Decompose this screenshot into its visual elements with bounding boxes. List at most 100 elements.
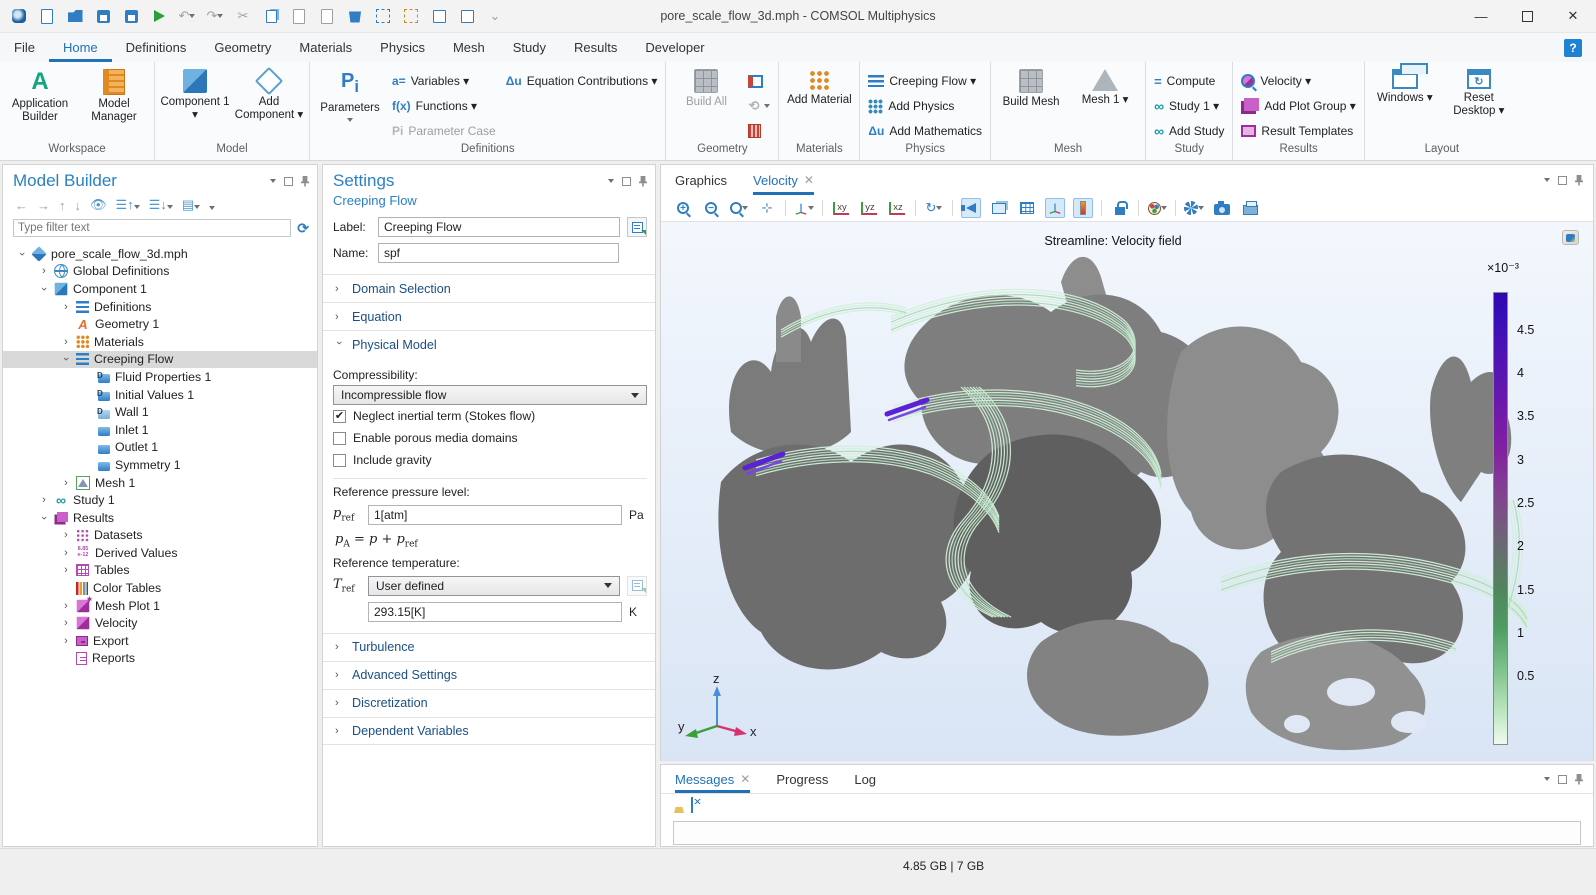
- stokes-checkbox-row[interactable]: Neglect inertial term (Stokes flow): [333, 405, 647, 427]
- tree-item-study1[interactable]: ›∞Study 1: [3, 491, 317, 509]
- tree-item-fluid-properties1[interactable]: Fluid Properties 1: [3, 368, 317, 386]
- tree-item-geometry1[interactable]: AGeometry 1: [3, 315, 317, 333]
- tree-item-datasets[interactable]: ›Datasets: [3, 527, 317, 545]
- clear-selection-icon[interactable]: [402, 7, 420, 25]
- result-templates-button[interactable]: Result Templates: [1237, 120, 1359, 142]
- tree-item-component1[interactable]: ›Component 1: [3, 280, 317, 298]
- show-icon[interactable]: 👁: [90, 197, 107, 213]
- name-input[interactable]: [378, 243, 619, 263]
- section-discretization[interactable]: ›Discretization: [323, 689, 655, 717]
- tree-item-global-definitions[interactable]: ›Global Definitions: [3, 263, 317, 281]
- menu-tab-definitions[interactable]: Definitions: [112, 33, 201, 62]
- panel-menu-icon[interactable]: [608, 179, 614, 183]
- duplicate-icon[interactable]: [318, 7, 336, 25]
- tab-messages[interactable]: Messages✕: [675, 765, 750, 793]
- show-grid-icon[interactable]: [1017, 198, 1037, 218]
- menu-tab-results[interactable]: Results: [560, 33, 631, 62]
- collapse-all-icon[interactable]: ☰↓: [149, 197, 173, 213]
- tree-item-initial-values1[interactable]: Initial Values 1: [3, 386, 317, 404]
- pin-panel-icon[interactable]: [1575, 774, 1583, 785]
- gravity-checkbox-row[interactable]: Include gravity: [333, 449, 647, 471]
- expand-all-icon[interactable]: ☰↑: [116, 197, 140, 213]
- maximize-button[interactable]: [1504, 0, 1550, 32]
- move-up-icon[interactable]: ↑: [59, 198, 66, 213]
- menu-tab-mesh[interactable]: Mesh: [439, 33, 499, 62]
- node-options-icon[interactable]: ▤: [182, 197, 200, 213]
- tree-item-derived-values[interactable]: ›8.85e-12Derived Values: [3, 544, 317, 562]
- menu-tab-study[interactable]: Study: [499, 33, 560, 62]
- application-builder-button[interactable]: A Application Builder: [4, 66, 76, 143]
- study1-button[interactable]: ∞ Study 1 ▾: [1150, 95, 1228, 117]
- tree-item-definitions[interactable]: ›Definitions: [3, 298, 317, 316]
- tree-item-outlet1[interactable]: Outlet 1: [3, 439, 317, 457]
- color-theme-icon[interactable]: [1147, 198, 1167, 218]
- pin-panel-icon[interactable]: [301, 176, 309, 187]
- zoom-in-icon[interactable]: +: [673, 198, 693, 218]
- save-as-icon[interactable]: [122, 7, 140, 25]
- pin-panel-icon[interactable]: [1575, 175, 1583, 186]
- compressibility-dropdown[interactable]: Incompressible flow: [333, 385, 647, 405]
- environment-reflections-icon[interactable]: [989, 198, 1009, 218]
- panel-menu-icon[interactable]: [270, 179, 276, 183]
- section-advanced-settings[interactable]: ›Advanced Settings: [323, 661, 655, 689]
- tree-item-export[interactable]: ›Export: [3, 632, 317, 650]
- zoom-box-icon[interactable]: [729, 198, 749, 218]
- scene-light-icon[interactable]: [961, 198, 981, 218]
- tree-item-color-tables[interactable]: Color Tables: [3, 579, 317, 597]
- porous-checkbox[interactable]: [333, 432, 346, 445]
- tree-item-wall1[interactable]: Wall 1: [3, 403, 317, 421]
- panel-menu-icon[interactable]: [1544, 777, 1550, 781]
- tab-graphics[interactable]: Graphics: [675, 165, 727, 195]
- tree-item-mesh-plot1[interactable]: ›Mesh Plot 1: [3, 597, 317, 615]
- functions-button[interactable]: f(x) Functions ▾: [388, 95, 500, 117]
- menu-tab-geometry[interactable]: Geometry: [200, 33, 285, 62]
- run-icon[interactable]: [150, 7, 168, 25]
- view-lock-icon[interactable]: [1110, 198, 1130, 218]
- tab-velocity[interactable]: Velocity✕: [753, 165, 814, 195]
- tree-item-root[interactable]: ›pore_scale_flow_3d.mph: [3, 245, 317, 263]
- section-turbulence[interactable]: ›Turbulence: [323, 633, 655, 661]
- section-physical-model[interactable]: ›Physical Model: [323, 330, 655, 358]
- move-down-icon[interactable]: ↓: [75, 198, 82, 213]
- model-manager-button[interactable]: Model Manager: [78, 66, 150, 143]
- save-icon[interactable]: [94, 7, 112, 25]
- find-replace-icon[interactable]: [458, 7, 476, 25]
- stokes-checkbox[interactable]: [333, 410, 346, 423]
- build-mesh-button[interactable]: Build Mesh: [995, 66, 1067, 143]
- tree-item-symmetry1[interactable]: Symmetry 1: [3, 456, 317, 474]
- float-panel-icon[interactable]: [622, 177, 631, 186]
- tree-item-materials[interactable]: ›Materials: [3, 333, 317, 351]
- redo-icon[interactable]: ↷: [206, 7, 224, 25]
- paste-icon[interactable]: [290, 7, 308, 25]
- open-file-icon[interactable]: [66, 7, 84, 25]
- menu-tab-physics[interactable]: Physics: [366, 33, 439, 62]
- tree-item-inlet1[interactable]: Inlet 1: [3, 421, 317, 439]
- geometry-import-button[interactable]: [744, 70, 774, 92]
- show-color-legend-icon[interactable]: [1073, 198, 1093, 218]
- close-tab-icon[interactable]: ✕: [740, 772, 750, 786]
- menu-tab-home[interactable]: Home: [49, 33, 112, 62]
- remove-details-button[interactable]: [744, 120, 774, 142]
- message-options-icon[interactable]: [691, 798, 693, 812]
- transparency-icon[interactable]: [1184, 198, 1204, 218]
- gravity-checkbox[interactable]: [333, 454, 346, 467]
- equation-contributions-button[interactable]: Δu Equation Contributions ▾: [502, 70, 662, 92]
- section-dependent-variables[interactable]: ›Dependent Variables: [323, 717, 655, 745]
- cut-icon[interactable]: ✂: [234, 7, 252, 25]
- filter-icon[interactable]: [209, 198, 215, 213]
- porous-checkbox-row[interactable]: Enable porous media domains: [333, 427, 647, 449]
- add-study-button[interactable]: ∞ Add Study: [1150, 120, 1228, 142]
- rename-button[interactable]: [627, 217, 647, 237]
- add-physics-button[interactable]: Add Physics: [864, 95, 986, 117]
- print-icon[interactable]: [1240, 198, 1260, 218]
- view-xy-icon[interactable]: xy: [831, 198, 851, 218]
- add-mathematics-button[interactable]: Δu Add Mathematics: [864, 120, 986, 142]
- zoom-out-icon[interactable]: −: [701, 198, 721, 218]
- tree-item-results[interactable]: ›Results: [3, 509, 317, 527]
- undo-icon[interactable]: ↶: [178, 7, 196, 25]
- find-icon[interactable]: [430, 7, 448, 25]
- help-button[interactable]: ?: [1564, 39, 1582, 57]
- messages-output[interactable]: [673, 821, 1581, 845]
- menu-tab-developer[interactable]: Developer: [631, 33, 718, 62]
- label-input[interactable]: [378, 217, 620, 237]
